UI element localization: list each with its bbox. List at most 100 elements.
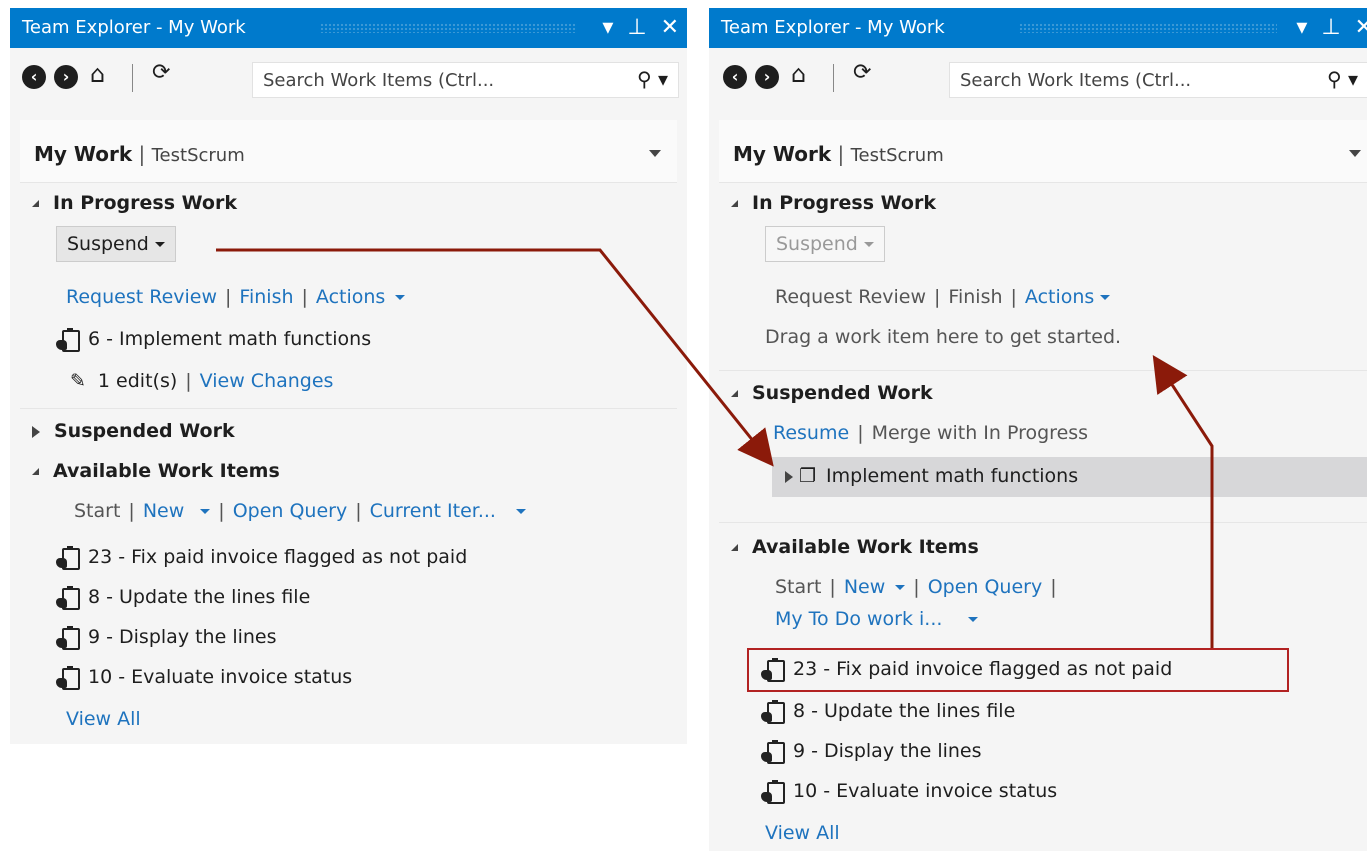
title-grip[interactable] xyxy=(320,23,577,33)
window-title: Team Explorer - My Work xyxy=(22,17,246,38)
dropdown-icon[interactable]: ▾ xyxy=(602,13,613,43)
toolbar: ‹ › ⌂ ⟳ Search Work Items (Ctrl... ⚲ ▾ xyxy=(709,48,1367,108)
expanded-icon[interactable] xyxy=(32,200,39,207)
chevron-down-icon[interactable] xyxy=(649,150,661,157)
section-suspended[interactable]: Suspended Work xyxy=(731,382,933,404)
dropdown-icon[interactable]: ▾ xyxy=(1296,13,1307,43)
collapsed-icon[interactable] xyxy=(785,470,793,483)
edits-count: 1 edit(s) xyxy=(97,370,178,392)
toolbar: ‹ › ⌂ ⟳ Search Work Items (Ctrl... ⚲ ▾ xyxy=(10,48,687,108)
caret-down-icon[interactable] xyxy=(895,585,906,590)
search-box[interactable]: Search Work Items (Ctrl... ⚲ ▾ xyxy=(949,62,1367,98)
list-item[interactable]: ❐ Implement math functions xyxy=(785,465,1078,487)
request-review-link[interactable]: Request Review xyxy=(66,286,217,308)
open-query-link[interactable]: Open Query xyxy=(928,576,1043,598)
start-link[interactable]: Start xyxy=(74,500,120,522)
list-item[interactable]: 9 - Display the lines xyxy=(56,625,277,650)
section-in-progress[interactable]: In Progress Work xyxy=(731,192,936,214)
request-review-link[interactable]: Request Review xyxy=(775,286,926,308)
team-explorer-panel-right: Team Explorer - My Work ▾ ⊥ ✕ ‹ › ⌂ ⟳ Se… xyxy=(709,8,1367,851)
work-item-icon xyxy=(761,739,785,764)
title-bar: Team Explorer - My Work ▾ ⊥ ✕ xyxy=(10,8,687,48)
resume-link[interactable]: Resume xyxy=(773,422,849,444)
caret-down-icon[interactable] xyxy=(395,295,406,300)
section-in-progress[interactable]: In Progress Work xyxy=(32,192,237,214)
list-item[interactable]: 9 - Display the lines xyxy=(761,739,982,764)
query-selector[interactable]: My To Do work i... xyxy=(775,608,942,630)
work-item-icon xyxy=(56,327,80,352)
header-separator: | xyxy=(138,142,146,166)
chevron-down-icon[interactable] xyxy=(1349,150,1361,157)
expanded-icon[interactable] xyxy=(731,390,738,397)
forward-icon[interactable]: › xyxy=(54,65,78,89)
section-suspended[interactable]: Suspended Work xyxy=(32,420,235,442)
expanded-icon[interactable] xyxy=(731,544,738,551)
back-icon[interactable]: ‹ xyxy=(22,65,46,89)
title-bar: Team Explorer - My Work ▾ ⊥ ✕ xyxy=(709,8,1367,48)
list-item[interactable]: 23 - Fix paid invoice flagged as not pai… xyxy=(56,545,467,570)
toolbar-separator xyxy=(833,64,834,92)
search-icon[interactable]: ⚲ ▾ xyxy=(1327,67,1358,91)
caret-down-icon xyxy=(154,242,165,247)
finish-link[interactable]: Finish xyxy=(948,286,1002,308)
back-icon[interactable]: ‹ xyxy=(723,65,747,89)
suspend-button[interactable]: Suspend xyxy=(56,226,176,262)
start-link[interactable]: Start xyxy=(775,576,821,598)
page-header: My Work | TestScrum xyxy=(719,120,1367,183)
pencil-icon: ✎ xyxy=(70,370,86,392)
home-icon[interactable]: ⌂ xyxy=(791,60,819,88)
actions-link[interactable]: Actions xyxy=(1025,286,1094,308)
suspended-set-icon: ❐ xyxy=(799,465,817,487)
search-icon[interactable]: ⚲ ▾ xyxy=(637,67,668,91)
suspend-button[interactable]: Suspend xyxy=(765,226,885,262)
close-icon[interactable]: ✕ xyxy=(661,13,679,43)
pin-icon[interactable]: ⊥ xyxy=(627,13,646,43)
caret-down-icon[interactable] xyxy=(968,617,979,622)
caret-down-icon[interactable] xyxy=(515,509,526,514)
view-changes-link[interactable]: View Changes xyxy=(200,370,334,392)
divider xyxy=(719,522,1367,523)
refresh-icon[interactable]: ⟳ xyxy=(152,60,180,88)
expanded-icon[interactable] xyxy=(731,200,738,207)
project-name: TestScrum xyxy=(850,145,944,166)
finish-link[interactable]: Finish xyxy=(239,286,293,308)
new-link[interactable]: New xyxy=(143,500,184,522)
search-input[interactable]: Search Work Items (Ctrl... xyxy=(263,70,494,91)
expanded-icon[interactable] xyxy=(32,468,39,475)
caret-down-icon[interactable] xyxy=(1100,295,1111,300)
search-input[interactable]: Search Work Items (Ctrl... xyxy=(960,70,1191,91)
list-item[interactable]: 23 - Fix paid invoice flagged as not pai… xyxy=(761,657,1172,682)
divider xyxy=(20,408,677,409)
actions-link[interactable]: Actions xyxy=(316,286,385,308)
list-item[interactable]: 8 - Update the lines file xyxy=(56,585,310,610)
home-icon[interactable]: ⌂ xyxy=(90,60,118,88)
work-item-icon xyxy=(761,779,785,804)
merge-link[interactable]: Merge with In Progress xyxy=(872,422,1088,444)
view-all-link[interactable]: View All xyxy=(765,822,840,844)
open-query-link[interactable]: Open Query xyxy=(233,500,348,522)
new-link[interactable]: New xyxy=(844,576,885,598)
search-box[interactable]: Search Work Items (Ctrl... ⚲ ▾ xyxy=(252,62,679,98)
work-item-icon xyxy=(56,625,80,650)
section-available[interactable]: Available Work Items xyxy=(32,460,280,482)
forward-icon[interactable]: › xyxy=(755,65,779,89)
work-item-icon xyxy=(56,545,80,570)
project-name: TestScrum xyxy=(151,145,245,166)
refresh-icon[interactable]: ⟳ xyxy=(853,60,881,88)
divider xyxy=(719,370,1367,371)
page-title: My Work xyxy=(733,142,832,166)
list-item[interactable]: 10 - Evaluate invoice status xyxy=(761,779,1057,804)
list-item[interactable]: 10 - Evaluate invoice status xyxy=(56,665,352,690)
query-selector[interactable]: Current Iter... xyxy=(370,500,496,522)
list-item[interactable]: 6 - Implement math functions xyxy=(56,327,371,352)
title-grip[interactable] xyxy=(1019,23,1277,33)
view-all-link[interactable]: View All xyxy=(66,708,141,730)
work-item-icon xyxy=(56,585,80,610)
work-item-icon xyxy=(56,665,80,690)
close-icon[interactable]: ✕ xyxy=(1355,13,1367,43)
pin-icon[interactable]: ⊥ xyxy=(1321,13,1340,43)
caret-down-icon[interactable] xyxy=(200,509,211,514)
list-item[interactable]: 8 - Update the lines file xyxy=(761,699,1015,724)
section-available[interactable]: Available Work Items xyxy=(731,536,979,558)
collapsed-icon[interactable] xyxy=(32,425,40,438)
